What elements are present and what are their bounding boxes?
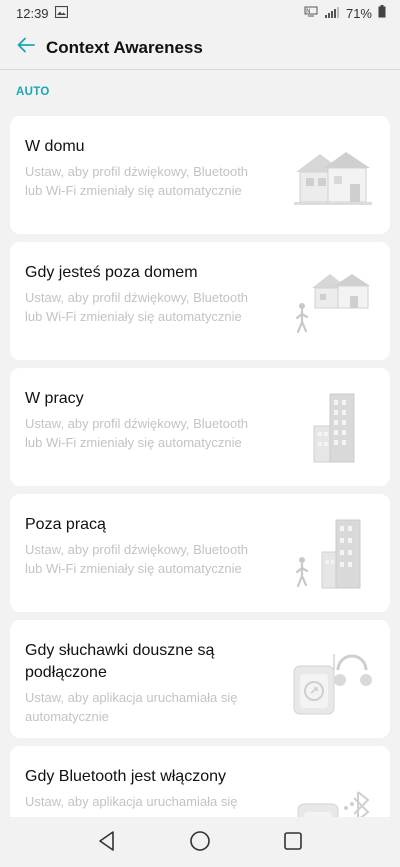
card-title: Poza pracą [25, 516, 106, 533]
card-earphones-connected[interactable]: Gdy słuchawki douszne są podłączone Usta… [10, 620, 390, 738]
card-description: Ustaw, aby profil dźwiękowy, Bluetooth l… [25, 542, 249, 576]
nav-home-button[interactable] [185, 828, 215, 858]
battery-percent: 71% [345, 5, 372, 21]
nav-back-button[interactable] [92, 828, 122, 858]
recents-square-icon [283, 831, 303, 856]
house-walking-person-icon [290, 264, 376, 340]
office-building-icon [290, 390, 376, 466]
house-icon [290, 138, 376, 214]
nfc-icon: N [304, 6, 318, 21]
card-title: Gdy słuchawki douszne są podłączone [25, 642, 215, 681]
card-description: Ustaw, aby profil dźwiękowy, Bluetooth l… [25, 164, 249, 198]
card-bluetooth-on[interactable]: Gdy Bluetooth jest włączony Ustaw, aby a… [10, 746, 390, 817]
card-title: Gdy jesteś poza domem [25, 264, 198, 281]
status-right: N 71% [304, 5, 386, 21]
status-left: 12:39 [16, 5, 68, 21]
nav-recents-button[interactable] [278, 828, 308, 858]
card-title: W pracy [25, 390, 84, 407]
card-away-from-home[interactable]: Gdy jesteś poza domem Ustaw, aby profil … [10, 242, 390, 360]
page-title: Context Awareness [46, 37, 203, 57]
back-button[interactable] [12, 34, 40, 62]
arrow-left-icon [17, 37, 35, 58]
card-description: Ustaw, aby aplikacja uruchamiała się [25, 794, 238, 809]
headphones-phone-icon [290, 642, 376, 718]
bluetooth-phone-icon [290, 768, 376, 817]
card-at-work[interactable]: W pracy Ustaw, aby profil dźwiękowy, Blu… [10, 368, 390, 486]
card-list: W domu Ustaw, aby profil dźwiękowy, Blue… [10, 116, 390, 817]
svg-text:N: N [306, 8, 311, 15]
building-walking-person-icon [290, 516, 376, 592]
home-circle-icon [189, 830, 211, 857]
app-bar: Context Awareness [0, 26, 400, 70]
signal-icon [324, 6, 340, 21]
card-description: Ustaw, aby profil dźwiękowy, Bluetooth l… [25, 290, 249, 324]
card-description: Ustaw, aby profil dźwiękowy, Bluetooth l… [25, 416, 249, 450]
card-description: Ustaw, aby aplikacja uruchamiała się aut… [25, 690, 238, 724]
status-bar: 12:39 N 71% [0, 0, 400, 26]
navigation-bar [0, 819, 400, 867]
section-label-auto: AUTO [16, 86, 50, 98]
clock: 12:39 [16, 5, 49, 21]
battery-icon [378, 5, 386, 21]
card-title: Gdy Bluetooth jest włączony [25, 768, 226, 785]
card-at-home[interactable]: W domu Ustaw, aby profil dźwiękowy, Blue… [10, 116, 390, 234]
image-icon [54, 5, 68, 21]
card-title: W domu [25, 138, 85, 155]
card-away-from-work[interactable]: Poza pracą Ustaw, aby profil dźwiękowy, … [10, 494, 390, 612]
back-triangle-icon [97, 830, 117, 857]
